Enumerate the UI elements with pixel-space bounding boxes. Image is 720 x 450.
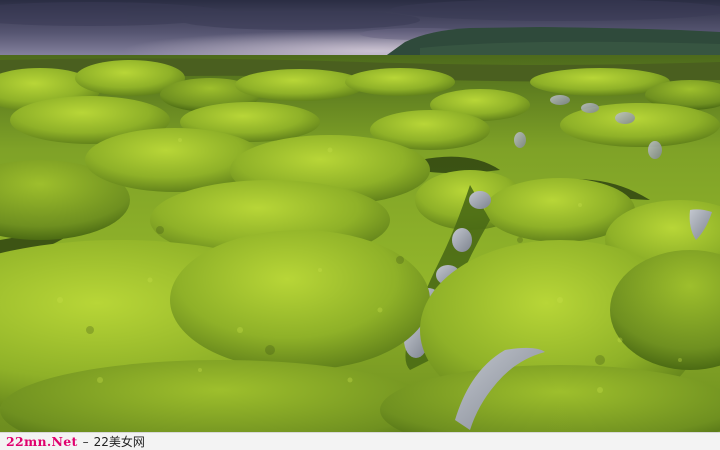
foreground-mounds bbox=[0, 230, 720, 432]
moss-lava-field-photo bbox=[0, 0, 720, 432]
watermark-separator: – bbox=[82, 434, 89, 449]
watermark-bar: 22mn.Net – 22美女网 bbox=[0, 432, 720, 450]
watermark-domain: 22mn.Net bbox=[6, 433, 78, 449]
landscape-illustration bbox=[0, 0, 720, 432]
watermark-site-name: 22美女网 bbox=[93, 434, 145, 449]
